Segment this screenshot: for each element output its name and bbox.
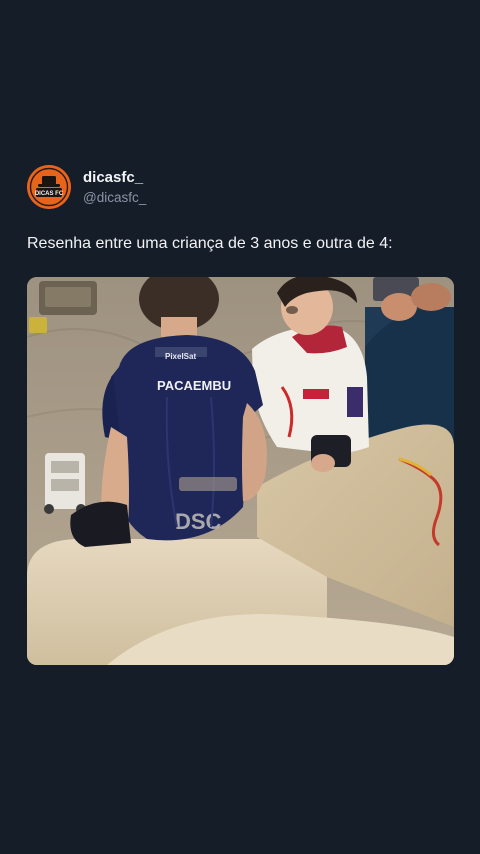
dicasfc-logo-icon: DICAS FC bbox=[27, 165, 71, 209]
handle[interactable]: @dicasfc_ bbox=[83, 189, 146, 207]
video-frame: PACAEMBU PixelSat DSC bbox=[27, 277, 454, 665]
toy-truck bbox=[44, 453, 86, 514]
jersey-top-sponsor: PixelSat bbox=[165, 352, 196, 361]
post-video[interactable]: PACAEMBU PixelSat DSC bbox=[27, 277, 454, 665]
identity: dicasfc_ @dicasfc_ bbox=[83, 168, 146, 207]
post-text: Resenha entre uma criança de 3 anos e ou… bbox=[27, 235, 393, 252]
jersey-sponsor: PACAEMBU bbox=[157, 378, 231, 393]
yellow-toy bbox=[29, 317, 47, 333]
avatar[interactable]: DICAS FC bbox=[27, 165, 71, 209]
post-header: DICAS FC dicasfc_ @dicasfc_ bbox=[27, 165, 146, 209]
toy-box-top-left bbox=[39, 281, 97, 315]
avatar-text: DICAS FC bbox=[35, 191, 64, 197]
display-name[interactable]: dicasfc_ bbox=[83, 168, 146, 187]
post-screen: DICAS FC dicasfc_ @dicasfc_ Resenha entr… bbox=[0, 0, 480, 854]
jersey-back-text: DSC bbox=[175, 509, 222, 534]
